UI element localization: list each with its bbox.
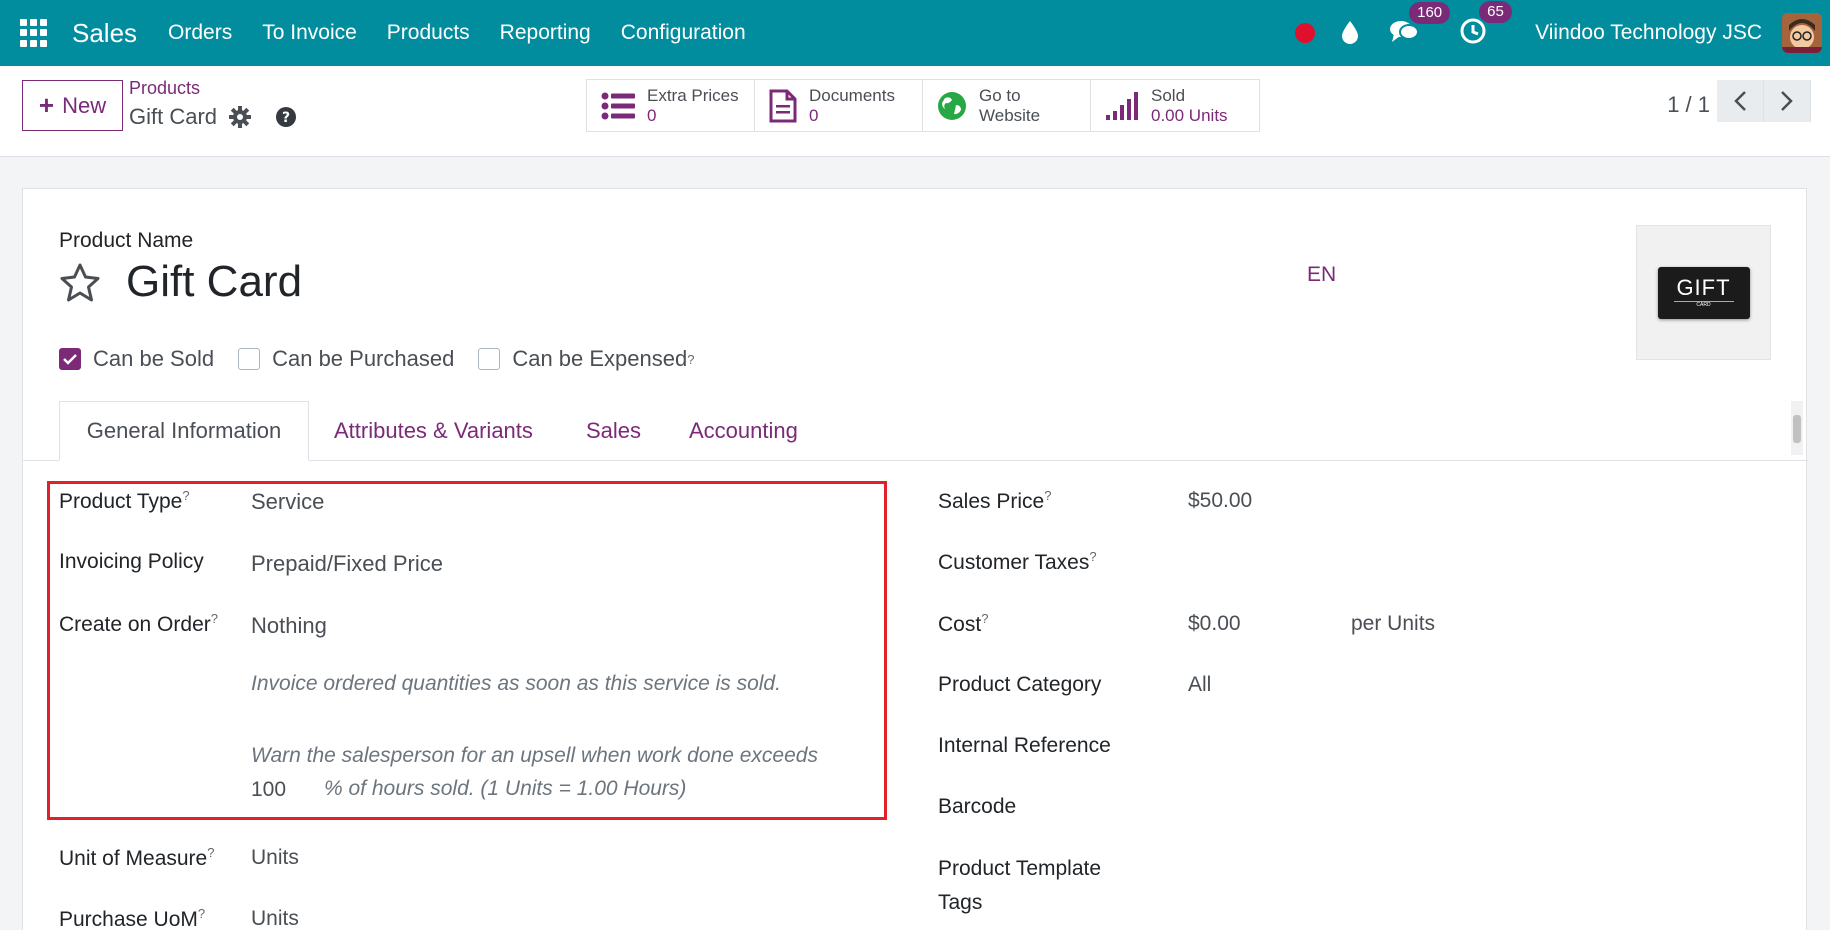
sold-button[interactable]: Sold 0.00 Units bbox=[1091, 80, 1259, 131]
pager-previous-button[interactable] bbox=[1717, 80, 1764, 122]
product-template-tags-label: Product Template Tags bbox=[938, 857, 1102, 914]
signal-bars-icon bbox=[1106, 91, 1138, 120]
tabs-scrollbar[interactable] bbox=[1791, 401, 1803, 455]
checkbox-checked-icon[interactable] bbox=[59, 348, 81, 370]
checkbox-unchecked-icon[interactable] bbox=[478, 348, 501, 370]
gift-card-image: GIFT CARD bbox=[1657, 266, 1750, 319]
new-button-label: New bbox=[62, 92, 107, 118]
record-name: Gift Card bbox=[129, 104, 218, 129]
can-be-sold-checkbox[interactable]: Can be Sold bbox=[59, 346, 214, 372]
menu-orders[interactable]: Orders bbox=[153, 21, 247, 45]
documents-label: Documents bbox=[809, 85, 895, 105]
globe-icon bbox=[938, 91, 966, 120]
tab-attributes-variants[interactable]: Attributes & Variants bbox=[334, 401, 533, 461]
internal-reference-label: Internal Reference bbox=[938, 734, 1111, 757]
cost-label: Cost? bbox=[938, 611, 989, 636]
menu-products[interactable]: Products bbox=[372, 21, 485, 45]
gift-card-subtext: CARD bbox=[1673, 301, 1734, 308]
sales-price-label: Sales Price? bbox=[938, 488, 1052, 513]
sales-price-input[interactable]: $50.00 bbox=[1188, 489, 1252, 513]
tab-accounting[interactable]: Accounting bbox=[689, 401, 798, 461]
product-name-label: Product Name bbox=[59, 229, 194, 252]
uom-label: Unit of Measure? bbox=[59, 845, 215, 870]
go-to-website-button[interactable]: Go to Website bbox=[923, 80, 1091, 131]
avatar[interactable] bbox=[1782, 13, 1822, 53]
cost-input[interactable]: $0.00 bbox=[1188, 612, 1241, 636]
pager-buttons bbox=[1717, 80, 1811, 122]
sold-value: 0.00 Units bbox=[1151, 105, 1228, 125]
breadcrumb[interactable]: Products bbox=[129, 78, 200, 99]
can-be-expensed-label: Can be Expensed bbox=[512, 346, 688, 371]
help-icon[interactable]: ? bbox=[275, 106, 297, 128]
pager-next-button[interactable] bbox=[1764, 80, 1811, 122]
record-title: Gift Card ? bbox=[129, 104, 297, 130]
gear-icon[interactable] bbox=[229, 106, 252, 128]
checkbox-unchecked-icon[interactable] bbox=[238, 348, 261, 370]
top-navbar: Sales Orders To Invoice Products Reporti… bbox=[0, 0, 1830, 66]
app-name[interactable]: Sales bbox=[72, 18, 137, 49]
product-category-label: Product Category bbox=[938, 673, 1102, 696]
highlight-box bbox=[47, 481, 887, 820]
extra-prices-button[interactable]: Extra Prices 0 bbox=[587, 80, 755, 131]
purchase-uom-label: Purchase UoM? bbox=[59, 906, 206, 930]
document-icon bbox=[769, 89, 797, 122]
messages-badge: 160 bbox=[1409, 1, 1451, 24]
customer-taxes-label: Customer Taxes? bbox=[938, 549, 1097, 574]
new-button[interactable]: + New bbox=[22, 80, 123, 131]
list-icon bbox=[601, 92, 635, 119]
can-be-sold-label: Can be Sold bbox=[93, 346, 215, 371]
user-face-icon bbox=[1782, 13, 1822, 53]
tab-sales[interactable]: Sales bbox=[586, 401, 641, 461]
documents-value: 0 bbox=[809, 105, 819, 125]
menu-to-invoice[interactable]: To Invoice bbox=[247, 21, 372, 45]
control-panel: + New Products Gift Card ? Extra Prices … bbox=[0, 66, 1830, 157]
record-dot-icon[interactable] bbox=[1295, 23, 1316, 43]
tab-general-information[interactable]: General Information bbox=[59, 401, 309, 461]
website-label: Website bbox=[979, 105, 1041, 125]
extra-prices-value: 0 bbox=[647, 105, 657, 125]
activities-button[interactable]: 65 bbox=[1459, 0, 1512, 50]
chevron-right-icon bbox=[1781, 91, 1793, 111]
menu-reporting[interactable]: Reporting bbox=[485, 21, 606, 45]
language-button[interactable]: EN bbox=[1307, 263, 1336, 287]
can-be-expensed-checkbox[interactable]: Can be Expensed? bbox=[478, 346, 694, 372]
purchase-uom-select[interactable]: Units bbox=[251, 907, 299, 930]
smart-buttons: Extra Prices0 Documents0 Go toWebsite bbox=[586, 79, 1260, 132]
uom-select[interactable]: Units bbox=[251, 846, 299, 870]
star-icon[interactable] bbox=[59, 262, 101, 304]
can-be-purchased-label: Can be Purchased bbox=[272, 346, 455, 371]
cost-unit-label: per Units bbox=[1351, 612, 1436, 635]
extra-prices-label: Extra Prices bbox=[647, 85, 739, 105]
svg-text:?: ? bbox=[282, 110, 290, 126]
form-sheet: Product Name Gift Card EN GIFT CARD Can … bbox=[22, 188, 1808, 930]
product-category-select[interactable]: All bbox=[1188, 673, 1211, 697]
barcode-label: Barcode bbox=[938, 795, 1017, 818]
help-tooltip-icon[interactable]: ? bbox=[687, 352, 694, 367]
documents-button[interactable]: Documents 0 bbox=[755, 80, 923, 131]
activities-badge: 65 bbox=[1479, 0, 1512, 23]
sold-label: Sold bbox=[1151, 85, 1186, 105]
plus-icon: + bbox=[38, 90, 55, 120]
chevron-left-icon bbox=[1734, 91, 1746, 111]
product-checkboxes: Can be Sold Can be Purchased Can be Expe… bbox=[59, 346, 718, 372]
go-to-label: Go to bbox=[979, 85, 1021, 105]
menu-configuration[interactable]: Configuration bbox=[606, 21, 761, 45]
product-image[interactable]: GIFT CARD bbox=[1636, 225, 1771, 360]
gift-card-text: GIFT bbox=[1676, 275, 1731, 300]
drop-icon[interactable] bbox=[1339, 20, 1361, 46]
pager-value[interactable]: 1 / 1 bbox=[1667, 84, 1710, 126]
can-be-purchased-checkbox[interactable]: Can be Purchased bbox=[238, 346, 454, 372]
company-switcher[interactable]: Viindoo Technology JSC bbox=[1535, 21, 1762, 45]
product-name-input[interactable]: Gift Card bbox=[126, 257, 302, 307]
apps-grid-icon[interactable] bbox=[20, 19, 48, 47]
form-tabs: General Information Attributes & Variant… bbox=[23, 401, 1808, 461]
messages-button[interactable]: 160 bbox=[1389, 1, 1451, 49]
